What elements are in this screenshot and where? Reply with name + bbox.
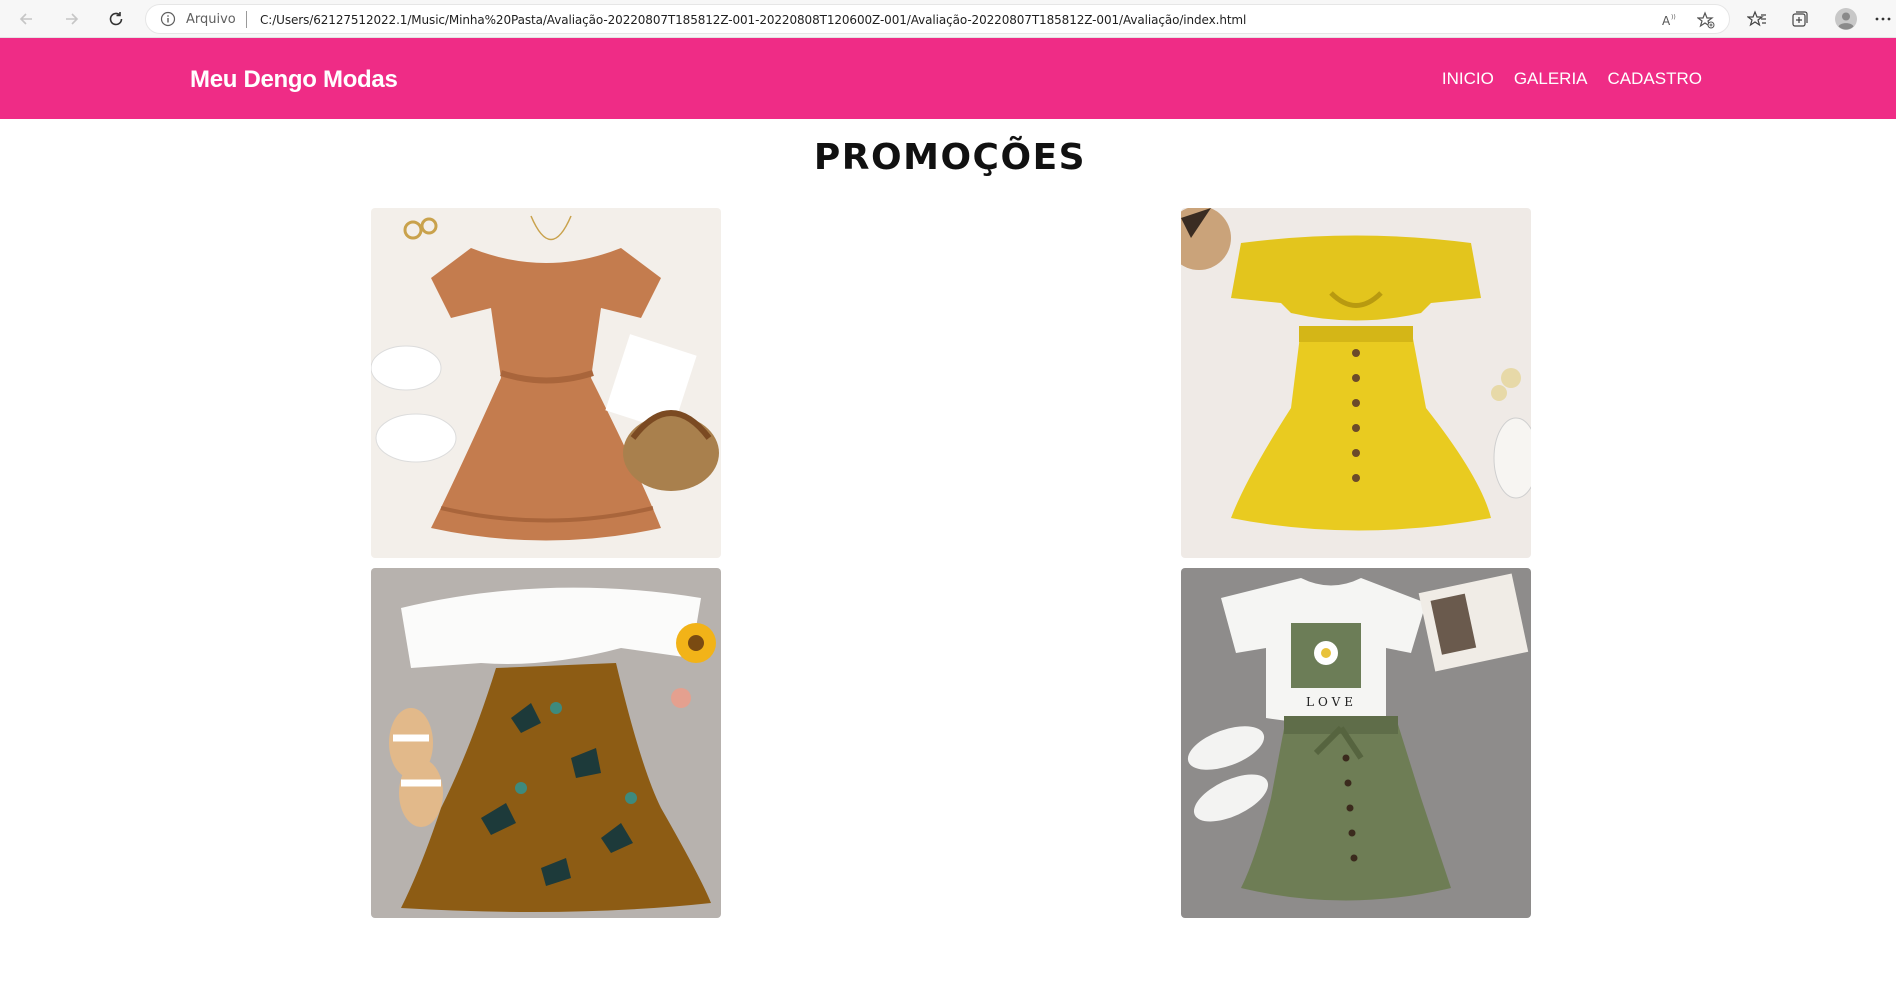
more-icon[interactable]: [1873, 9, 1893, 29]
favorites-icon[interactable]: [1746, 9, 1767, 29]
back-icon[interactable]: [14, 7, 38, 31]
browser-toolbar: Arquivo C:/Users/62127512022.1/Music/Min…: [0, 0, 1896, 38]
nav-link-inicio[interactable]: INICIO: [1442, 69, 1494, 89]
refresh-icon[interactable]: [104, 7, 128, 31]
product-image-love-tee-set[interactable]: LOVE: [1181, 568, 1531, 918]
brand-logo-text[interactable]: Meu Dengo Modas: [190, 66, 398, 94]
profile-icon[interactable]: [1834, 7, 1858, 31]
address-scheme-label: Arquivo: [186, 12, 236, 27]
svg-text:)): )): [1671, 14, 1676, 21]
love-tee-set-image: LOVE: [1181, 568, 1531, 918]
yellow-set-image: [1181, 208, 1531, 558]
product-image-yellow-set[interactable]: [1181, 208, 1531, 558]
product-image-floral-skirt-set[interactable]: [371, 568, 721, 918]
info-icon[interactable]: [160, 11, 176, 27]
collections-icon[interactable]: [1790, 9, 1810, 29]
add-favorite-icon[interactable]: [1696, 11, 1715, 29]
svg-text:LOVE: LOVE: [1306, 695, 1357, 709]
product-image-caramel-dress[interactable]: [371, 208, 721, 558]
caramel-dress-image: [371, 208, 721, 558]
nav-link-cadastro[interactable]: CADASTRO: [1608, 69, 1702, 89]
site-navbar: Meu Dengo Modas INICIO GALERIA CADASTRO: [0, 38, 1896, 119]
floral-skirt-set-image: [371, 568, 721, 918]
address-url[interactable]: C:/Users/62127512022.1/Music/Minha%20Pas…: [260, 13, 1246, 27]
forward-icon[interactable]: [60, 7, 84, 31]
read-aloud-icon[interactable]: A)): [1661, 11, 1679, 29]
nav-link-galeria[interactable]: GALERIA: [1514, 69, 1588, 89]
address-bar[interactable]: Arquivo C:/Users/62127512022.1/Music/Min…: [145, 4, 1730, 34]
address-divider: [246, 11, 247, 28]
svg-text:A: A: [1662, 14, 1671, 28]
main-nav: INICIO GALERIA CADASTRO: [1442, 69, 1702, 89]
page-title: PROMOÇÕES: [813, 137, 1087, 178]
